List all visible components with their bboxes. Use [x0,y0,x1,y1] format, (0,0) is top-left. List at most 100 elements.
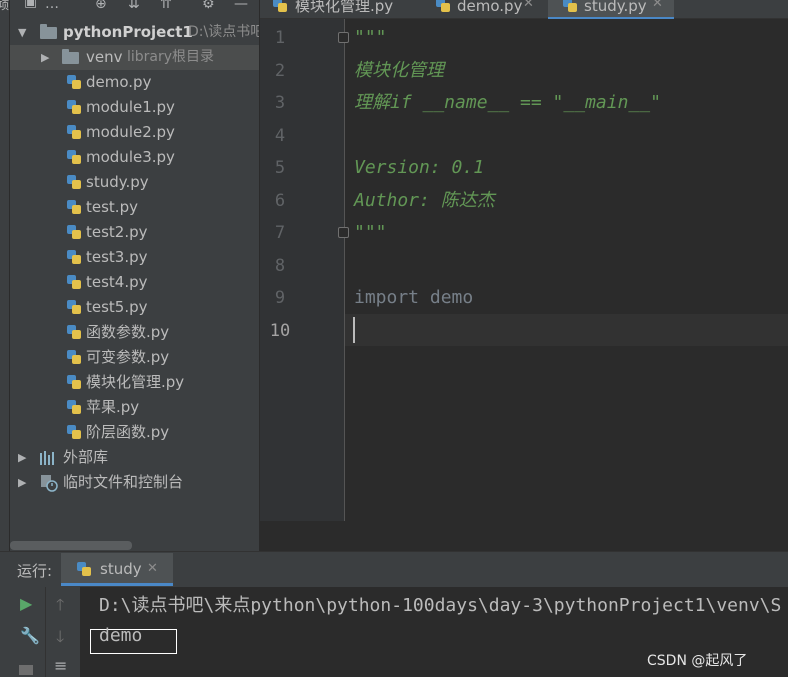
expand-all-icon[interactable]: ⇊ [128,0,140,12]
file-item[interactable]: 阶层函数.py [10,420,259,445]
scratches-label: 临时文件和控制台 [63,473,184,491]
project-view-icon[interactable]: ▣ [24,0,37,10]
project-tool-label[interactable]: 项 [0,0,9,11]
python-file-icon [66,174,82,190]
file-item[interactable]: 苹果.py [10,395,259,420]
line-number: 5 [274,158,286,178]
line-number: 8 [274,256,286,276]
close-icon[interactable]: ✕ [523,0,534,10]
file-item[interactable]: 可变参数.py [10,345,259,370]
stop-icon[interactable] [19,665,33,675]
active-run-tab-indicator [61,583,173,586]
editor-tabbar: 模块化管理.py demo.py ✕ study.py ✕ [260,0,788,20]
chevron-right-icon[interactable]: ▶ [18,445,26,470]
tab-label: 模块化管理.py [295,0,394,15]
venv-hint: library根目录 [127,49,215,65]
tree-item-venv[interactable]: ▶ venv library根目录 [10,45,259,70]
python-file-icon [272,0,288,13]
line-number: 6 [274,191,286,211]
scratches-icon [41,475,58,492]
python-file-icon [66,424,82,440]
file-item[interactable]: module2.py [10,120,259,145]
line-number: 7 [274,223,286,243]
external-libraries-label: 外部库 [63,448,109,466]
python-file-icon [66,224,82,240]
file-item[interactable]: module1.py [10,95,259,120]
file-item[interactable]: test4.py [10,270,259,295]
file-name: study.py [86,173,149,191]
tab-demo[interactable]: demo.py ✕ [420,0,544,18]
file-name: test4.py [86,273,148,291]
chevron-right-icon[interactable]: ▶ [18,470,26,495]
close-icon[interactable]: ✕ [147,561,158,576]
file-name: 可变参数.py [86,348,170,366]
file-name: test3.py [86,248,148,266]
code-line: 理解if __name__ == "__main__" [354,92,661,113]
run-label: 运行: [17,562,53,580]
file-item[interactable]: demo.py [10,70,259,95]
console-command: D:\读点书吧\来点python\python-100days\day-3\py… [99,595,782,616]
fold-icon[interactable] [338,32,349,43]
file-name: test5.py [86,298,148,316]
horizontal-scrollbar[interactable] [10,541,132,550]
text-caret [353,317,355,343]
code-line: Version: 0.1 [354,157,485,178]
code-line: """ [354,27,387,48]
project-view-title[interactable]: … [45,0,59,12]
file-item[interactable]: 函数参数.py [10,320,259,345]
close-icon[interactable]: ✕ [652,0,663,10]
folder-icon [62,49,79,64]
line-number: 9 [274,288,286,308]
python-file-icon [66,74,82,90]
tree-item-scratches[interactable]: ▶ 临时文件和控制台 [10,470,259,495]
tab-study[interactable]: study.py ✕ [548,0,674,20]
file-item[interactable]: 模块化管理.py [10,370,259,395]
run-toolbar [0,587,80,677]
line-number: 3 [274,93,286,113]
python-file-icon [66,249,82,265]
gear-icon[interactable]: ⚙ [202,0,215,12]
python-file-icon [66,99,82,115]
file-name: module1.py [86,98,175,116]
file-name: 苹果.py [86,398,140,416]
chevron-down-icon[interactable]: ▼ [18,20,26,45]
arrow-down-icon[interactable]: 🡓 [56,626,64,653]
soft-wrap-icon[interactable]: ≡ [54,656,67,675]
wrench-icon[interactable]: 🔧 [20,626,40,645]
file-name: 阶层函数.py [86,423,170,441]
arrow-up-icon[interactable]: 🡑 [56,594,64,621]
python-file-icon [66,299,82,315]
tab-label: demo.py [457,0,523,15]
file-name: module2.py [86,123,175,141]
venv-name: venv [86,48,123,66]
python-file-icon [66,149,82,165]
line-number: 2 [274,61,286,81]
collapse-all-icon[interactable]: ⇈ [160,0,172,12]
file-name: 模块化管理.py [86,373,185,391]
file-item[interactable]: module3.py [10,145,259,170]
code-line: 模块化管理 [354,60,444,81]
file-item[interactable]: test5.py [10,295,259,320]
file-item[interactable]: study.py [10,170,259,195]
line-number-current: 10 [269,321,291,341]
line-number: 4 [274,126,286,146]
project-toolbar: ▣ … ⊕ ⇊ ⇈ ⚙ — [10,0,259,18]
fold-icon[interactable] [338,227,349,238]
file-name: 函数参数.py [86,323,170,341]
file-name: module3.py [86,148,175,166]
tool-window-strip [0,0,10,551]
file-item[interactable]: test3.py [10,245,259,270]
tab-module-management[interactable]: 模块化管理.py [260,0,418,18]
python-file-icon [66,124,82,140]
tree-item-external-libraries[interactable]: ▶ 外部库 [10,445,259,470]
tree-root[interactable]: ▼ pythonProject1 D:\读点书吧 [10,20,259,45]
file-item[interactable]: test2.py [10,220,259,245]
python-file-icon [66,399,82,415]
python-file-icon [66,199,82,215]
rerun-icon[interactable]: ▶ [20,594,32,613]
target-icon[interactable]: ⊕ [95,0,107,12]
chevron-right-icon[interactable]: ▶ [41,45,49,70]
minimize-icon[interactable]: — [234,0,248,12]
root-path: D:\读点书吧 [188,24,259,40]
file-item[interactable]: test.py [10,195,259,220]
